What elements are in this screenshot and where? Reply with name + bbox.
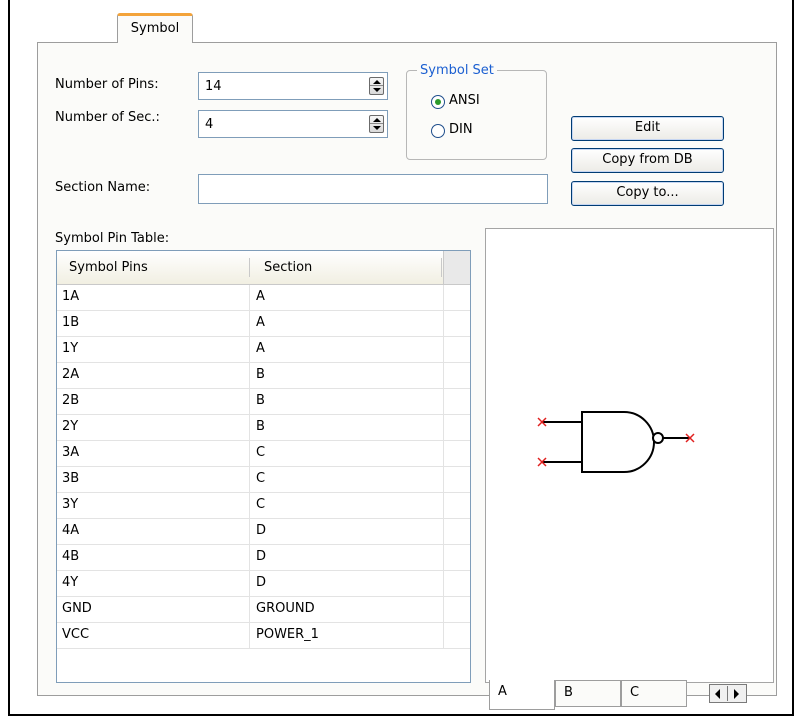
table-row[interactable]: VCC POWER_1	[57, 623, 470, 649]
copy-from-db-button[interactable]: Copy from DB	[571, 148, 724, 173]
table-row[interactable]: 2Y B	[57, 415, 470, 441]
header-filler	[443, 251, 470, 284]
section-tab-b[interactable]: B	[555, 680, 621, 707]
spin-up-icon[interactable]	[370, 78, 383, 86]
sections-value: 4	[205, 117, 214, 132]
cell-section: POWER_1	[256, 627, 319, 642]
cell-pin: 1Y	[62, 341, 79, 356]
cell-pin: 3B	[62, 471, 80, 486]
cell-section: C	[256, 471, 266, 486]
cell-pin: 4Y	[62, 575, 79, 590]
section-tab-c[interactable]: C	[621, 680, 687, 707]
symbol-set-group: Symbol Set ANSI DIN	[406, 63, 547, 160]
copy-to-button[interactable]: Copy to...	[571, 181, 724, 206]
section-tab-a[interactable]: A	[489, 680, 555, 710]
cell-section: D	[256, 523, 267, 538]
edit-button[interactable]: Edit	[571, 116, 724, 141]
sections-spin-button[interactable]	[369, 115, 384, 133]
cell-section: GROUND	[256, 601, 315, 616]
table-row[interactable]: GND GROUND	[57, 597, 470, 623]
pins-value: 14	[205, 79, 222, 94]
pin-table-header: Symbol Pins Section	[57, 251, 470, 285]
table-row[interactable]: 3B C	[57, 467, 470, 493]
cell-section: D	[256, 549, 267, 564]
scroll-left-icon[interactable]	[715, 689, 720, 699]
table-row[interactable]: 3A C	[57, 441, 470, 467]
section-tabs: A B C	[489, 680, 774, 712]
table-row[interactable]: 3Y C	[57, 493, 470, 519]
spin-down-icon[interactable]	[370, 124, 383, 132]
table-row[interactable]: 4A D	[57, 519, 470, 545]
cell-pin: GND	[62, 601, 92, 616]
table-row[interactable]: 4B D	[57, 545, 470, 571]
tab-symbol[interactable]: Symbol	[117, 13, 193, 43]
cell-section: B	[256, 367, 265, 382]
cell-section: C	[256, 445, 266, 460]
cell-section: A	[256, 341, 265, 356]
scroll-right-icon[interactable]	[734, 689, 739, 699]
spin-down-icon[interactable]	[370, 86, 383, 94]
sections-label: Number of Sec.:	[55, 110, 160, 125]
radio-din-label[interactable]: DIN	[449, 122, 473, 137]
table-row[interactable]: 1A A	[57, 285, 470, 311]
cell-pin: 1B	[62, 315, 80, 330]
radio-din[interactable]	[431, 124, 445, 138]
cell-pin: 4B	[62, 549, 80, 564]
table-row[interactable]: 2B B	[57, 389, 470, 415]
cell-pin: 1A	[62, 289, 80, 304]
radio-ansi-label[interactable]: ANSI	[449, 93, 480, 108]
section-name-input[interactable]	[198, 174, 548, 204]
nand-gate-icon	[537, 411, 695, 473]
cell-pin: 2B	[62, 393, 80, 408]
sections-stepper[interactable]: 4	[198, 110, 388, 138]
section-name-label: Section Name:	[55, 180, 151, 195]
cell-pin: VCC	[62, 627, 90, 642]
pin-table[interactable]: Symbol Pins Section 1A A 1B A 1Y A 2A B 2B B 2Y B 3A…	[56, 250, 471, 683]
pins-spin-button[interactable]	[369, 77, 384, 95]
symbol-preview	[485, 228, 774, 683]
cell-pin: 2Y	[62, 419, 79, 434]
pin-table-label: Symbol Pin Table:	[55, 231, 170, 246]
table-row[interactable]: 1Y A	[57, 337, 470, 363]
cell-section: A	[256, 289, 265, 304]
header-symbol-pins[interactable]: Symbol Pins	[69, 260, 148, 275]
cell-section: B	[256, 419, 265, 434]
spin-up-icon[interactable]	[370, 116, 383, 124]
cell-pin: 4A	[62, 523, 80, 538]
cell-pin: 2A	[62, 367, 80, 382]
pins-stepper[interactable]: 14	[198, 72, 388, 100]
symbol-set-title: Symbol Set	[417, 63, 497, 78]
cell-section: D	[256, 575, 267, 590]
pins-label: Number of Pins:	[55, 77, 159, 92]
table-row[interactable]: 1B A	[57, 311, 470, 337]
table-row[interactable]: 4Y D	[57, 571, 470, 597]
cell-section: A	[256, 315, 265, 330]
tab-scroll-buttons[interactable]	[709, 684, 747, 703]
header-section[interactable]: Section	[264, 260, 312, 275]
table-row[interactable]: 2A B	[57, 363, 470, 389]
cell-pin: 3A	[62, 445, 80, 460]
cell-pin: 3Y	[62, 497, 79, 512]
cell-section: B	[256, 393, 265, 408]
radio-ansi[interactable]	[431, 95, 445, 109]
cell-section: C	[256, 497, 266, 512]
